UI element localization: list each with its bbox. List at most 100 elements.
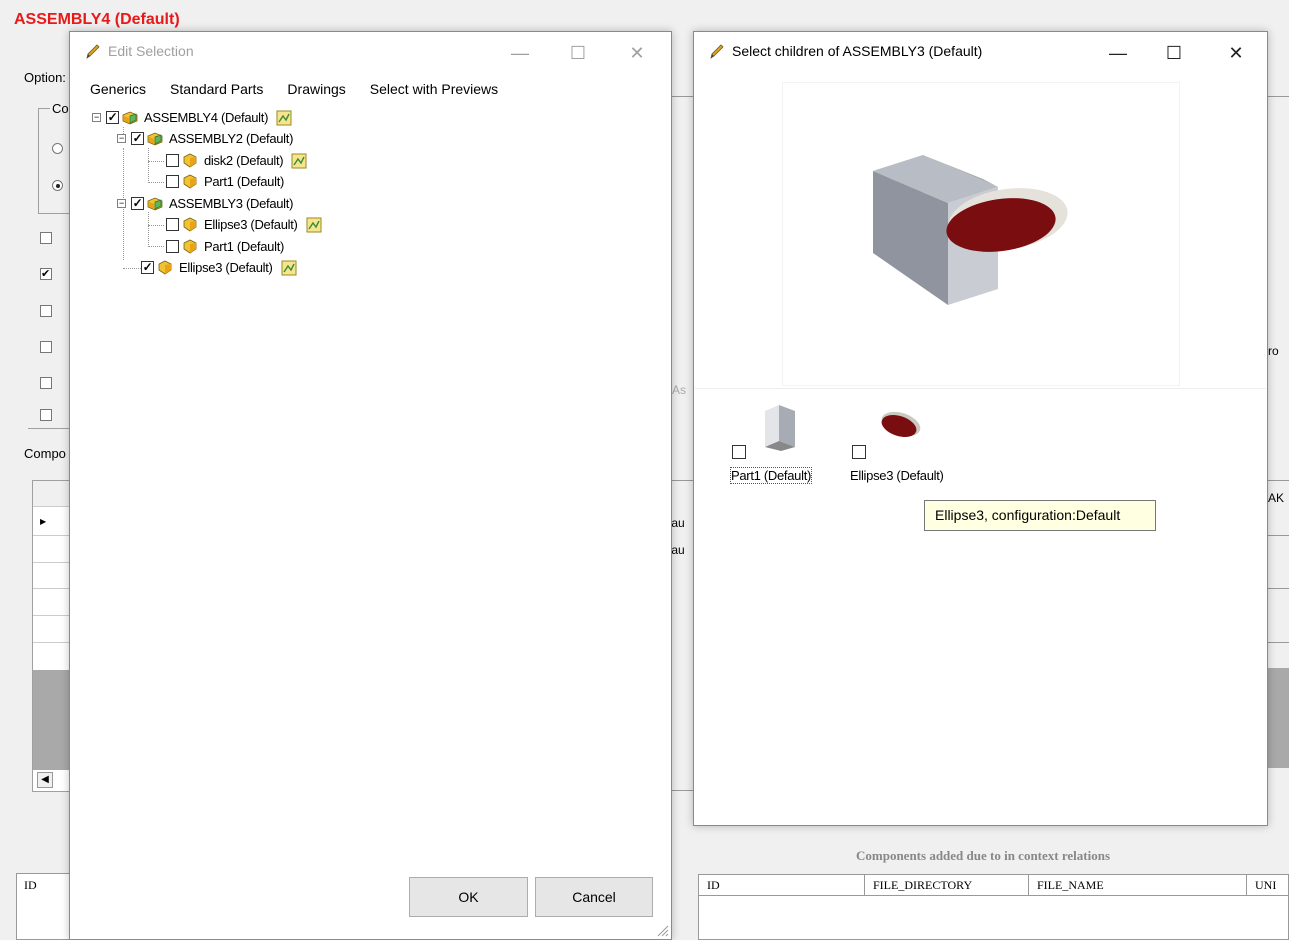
divider <box>1266 480 1289 481</box>
tree-row-ellipse3[interactable]: Ellipse3 (Default) <box>166 214 322 235</box>
ellipse3-label[interactable]: Ellipse3 (Default) <box>850 468 944 483</box>
menu-bar: Generics Standard Parts Drawings Select … <box>78 78 510 100</box>
assembly-icon <box>147 197 163 210</box>
tree-checkbox[interactable]: ✓ <box>106 111 119 124</box>
col-header-file-name[interactable]: FILE_NAME <box>1029 874 1247 896</box>
option-checkbox-1[interactable] <box>40 232 52 244</box>
tree-row-assembly3[interactable]: − ✓ ASSEMBLY3 (Default) <box>117 193 293 214</box>
option-checkbox-4[interactable] <box>40 341 52 353</box>
collapse-icon[interactable]: − <box>92 113 101 122</box>
tree-checkbox[interactable] <box>166 154 179 167</box>
menu-standard-parts[interactable]: Standard Parts <box>158 78 275 100</box>
tree-checkbox[interactable] <box>166 175 179 188</box>
menu-generics[interactable]: Generics <box>78 78 158 100</box>
close-button[interactable]: ✕ <box>1214 38 1258 68</box>
component-tree[interactable]: − ✓ ASSEMBLY4 (Default) − ✓ ASSEMBLY2 (D… <box>86 106 655 873</box>
tree-checkbox[interactable] <box>166 218 179 231</box>
grid-row-line <box>33 562 71 563</box>
resize-grip-icon[interactable] <box>655 923 669 937</box>
edit-selection-titlebar[interactable]: Edit Selection — ☐ ✕ <box>70 32 671 72</box>
partial-text: AK <box>1268 491 1285 505</box>
tree-row-assembly4[interactable]: − ✓ ASSEMBLY4 (Default) <box>92 107 292 128</box>
tree-row-assembly2[interactable]: − ✓ ASSEMBLY2 (Default) <box>117 128 293 149</box>
tree-row-part1[interactable]: Part1 (Default) <box>166 171 284 192</box>
tree-connector <box>123 268 143 269</box>
drawing-icon[interactable] <box>291 153 307 169</box>
part-icon <box>183 239 197 253</box>
tree-label: ASSEMBLY2 (Default) <box>169 131 294 146</box>
close-button[interactable]: ✕ <box>615 38 659 68</box>
select-children-title: Select children of ASSEMBLY3 (Default) <box>732 43 983 59</box>
grid-row-line <box>33 642 71 643</box>
grid-empty-area <box>1267 668 1289 768</box>
edit-selection-dialog: Edit Selection — ☐ ✕ Generics Standard P… <box>69 31 672 940</box>
row-pointer-icon: ▶ <box>40 517 47 526</box>
part1-label[interactable]: Part1 (Default) <box>729 467 813 484</box>
maximize-button[interactable]: ☐ <box>1152 38 1196 68</box>
col-header-file-directory[interactable]: FILE_DIRECTORY <box>865 874 1029 896</box>
tree-label: disk2 (Default) <box>204 153 284 168</box>
part1-checkbox[interactable] <box>732 445 746 459</box>
collapse-icon[interactable]: − <box>117 134 126 143</box>
partial-text: ro <box>1268 344 1279 358</box>
menu-select-with-previews[interactable]: Select with Previews <box>358 78 510 100</box>
tree-label: ASSEMBLY3 (Default) <box>169 196 294 211</box>
tree-connector <box>148 148 149 183</box>
grid-row-line <box>33 588 71 589</box>
tree-connector <box>148 225 164 226</box>
assembly-icon <box>147 132 163 145</box>
tree-checkbox[interactable]: ✓ <box>131 132 144 145</box>
divider <box>1266 535 1289 536</box>
edit-selection-title: Edit Selection <box>108 43 194 59</box>
assembly-icon <box>122 111 138 124</box>
tree-label: ASSEMBLY4 (Default) <box>144 110 269 125</box>
grid-empty-area <box>33 670 71 770</box>
option-radio-1[interactable] <box>52 143 63 154</box>
tree-checkbox[interactable]: ✓ <box>141 261 154 274</box>
maximize-button[interactable]: ☐ <box>556 38 600 68</box>
part-icon <box>183 153 197 167</box>
option-radio-2[interactable] <box>52 180 63 191</box>
option-checkbox-6[interactable] <box>40 409 52 421</box>
components-label: Compo <box>24 446 66 461</box>
menu-drawings[interactable]: Drawings <box>275 78 357 100</box>
divider <box>1266 642 1289 643</box>
option-checkbox-5[interactable] <box>40 377 52 389</box>
select-children-dialog: Select children of ASSEMBLY3 (Default) —… <box>693 31 1268 826</box>
part1-thumbnail[interactable] <box>761 401 801 453</box>
tree-row-part1[interactable]: Part1 (Default) <box>166 236 284 257</box>
tree-connector <box>148 246 164 247</box>
collapse-icon[interactable]: − <box>117 199 126 208</box>
ellipse3-checkbox[interactable] <box>852 445 866 459</box>
tree-connector <box>148 161 164 162</box>
pencil-icon <box>710 44 724 59</box>
minimize-button[interactable]: — <box>1096 38 1140 68</box>
tree-checkbox[interactable]: ✓ <box>131 197 144 210</box>
option-checkbox-2[interactable]: ✔ <box>40 268 52 280</box>
ellipse3-tooltip: Ellipse3, configuration:Default <box>924 500 1156 531</box>
tree-row-ellipse3[interactable]: ✓ Ellipse3 (Default) <box>141 257 297 278</box>
grid-row-line <box>33 535 71 536</box>
col-header-id[interactable]: ID <box>699 874 865 896</box>
drawing-icon[interactable] <box>276 110 292 126</box>
ok-button[interactable]: OK <box>409 877 528 917</box>
option-checkbox-3[interactable] <box>40 305 52 317</box>
ellipse3-thumbnail[interactable] <box>879 409 923 443</box>
model-preview <box>782 82 1180 386</box>
components-added-label: Components added due to in context relat… <box>856 848 1111 863</box>
tree-connector <box>148 182 164 183</box>
tree-label: Ellipse3 (Default) <box>204 217 298 232</box>
cancel-button[interactable]: Cancel <box>535 877 653 917</box>
tree-checkbox[interactable] <box>166 240 179 253</box>
divider <box>1266 588 1289 589</box>
minimize-button[interactable]: — <box>498 38 542 68</box>
tree-connector <box>148 212 149 247</box>
drawing-icon[interactable] <box>306 217 322 233</box>
tree-label: Ellipse3 (Default) <box>179 260 273 275</box>
scroll-left-icon[interactable]: ◀ <box>37 772 53 788</box>
select-children-titlebar[interactable]: Select children of ASSEMBLY3 (Default) —… <box>694 32 1267 72</box>
assembly-preview-image <box>873 155 1068 305</box>
col-header-uni[interactable]: UNI <box>1247 874 1289 896</box>
tree-row-disk2[interactable]: disk2 (Default) <box>166 150 307 171</box>
drawing-icon[interactable] <box>281 260 297 276</box>
